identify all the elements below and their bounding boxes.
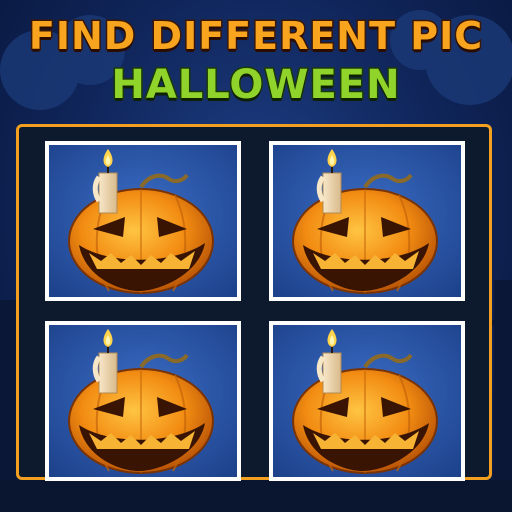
picture-card-1[interactable] — [45, 141, 241, 301]
jack-o-lantern-with-candle-icon — [273, 325, 461, 477]
jack-o-lantern-with-candle-icon — [273, 145, 461, 297]
picture-card-4[interactable] — [269, 321, 465, 481]
jack-o-lantern-with-candle-icon — [49, 145, 237, 297]
ground — [0, 480, 512, 512]
title-line-1: FIND DIFFERENT PIC — [27, 13, 484, 60]
jack-o-lantern-with-candle-icon — [49, 325, 237, 477]
picture-card-2[interactable] — [269, 141, 465, 301]
title-line-2: HALLOWEEN — [110, 61, 401, 110]
picture-card-3[interactable] — [45, 321, 241, 481]
game-board — [16, 124, 492, 481]
